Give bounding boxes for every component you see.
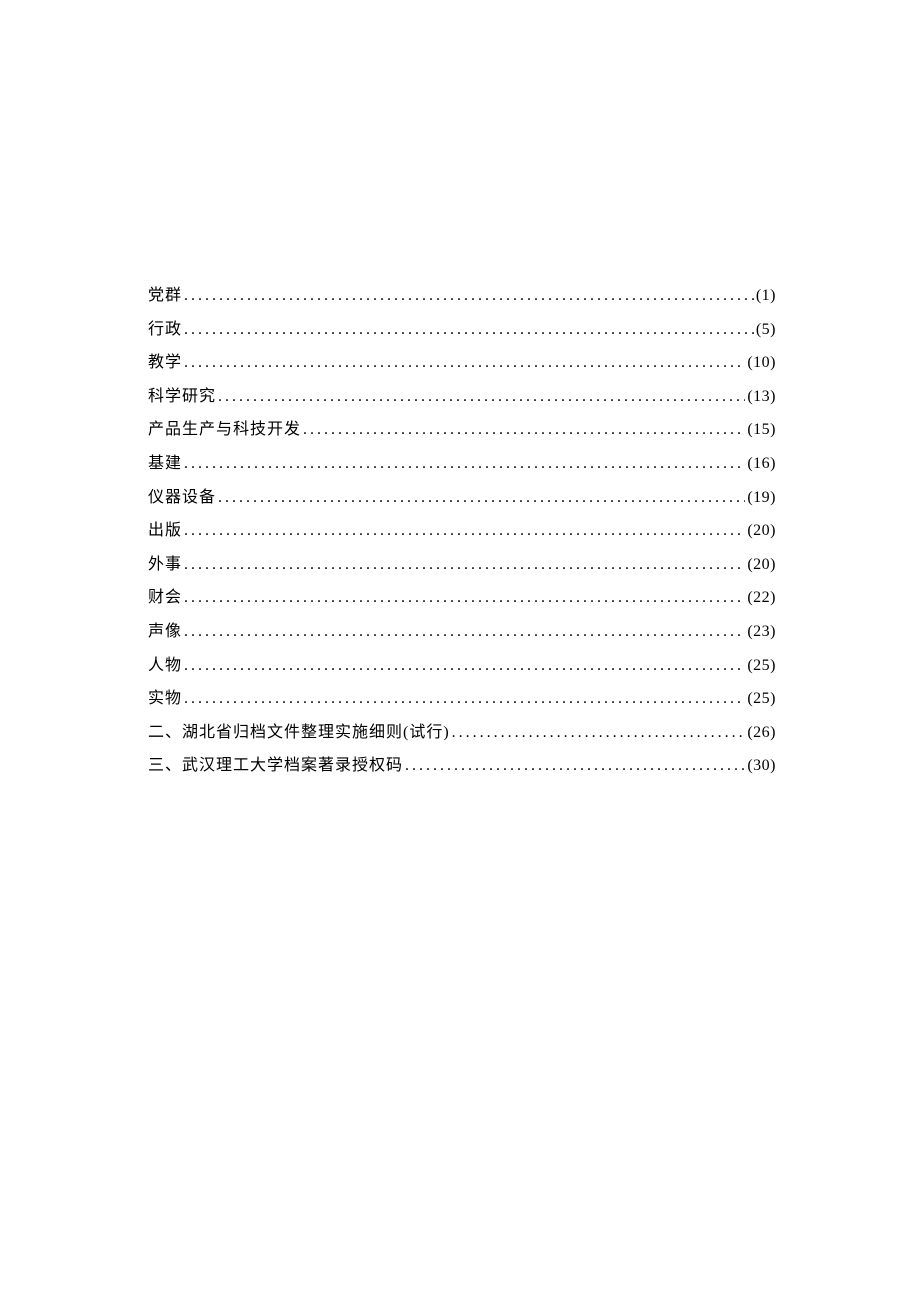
toc-leader <box>303 413 745 447</box>
toc-entry: 三、武汉理工大学档案著录授权码 (30) <box>148 749 776 783</box>
toc-leader <box>218 380 745 414</box>
toc-label: 二、湖北省归档文件整理实施细则(试行) <box>148 716 450 750</box>
toc-label: 基建 <box>148 447 182 481</box>
toc-page: (23) <box>747 615 776 649</box>
toc-list: 党群 (1) 行政 (5) 教学 (10) 科学研究 (13) 产品生产与科技开… <box>148 279 776 783</box>
toc-label: 仪器设备 <box>148 481 216 515</box>
toc-page: (13) <box>747 380 776 414</box>
toc-label: 外事 <box>148 548 182 582</box>
toc-entry: 财会 (22) <box>148 581 776 615</box>
toc-label: 科学研究 <box>148 380 216 414</box>
toc-label: 实物 <box>148 682 182 716</box>
toc-leader <box>452 716 746 750</box>
toc-label: 三、武汉理工大学档案著录授权码 <box>148 749 403 783</box>
toc-page: (20) <box>747 548 776 582</box>
toc-page: (10) <box>747 346 776 380</box>
toc-leader <box>218 481 745 515</box>
toc-label: 声像 <box>148 615 182 649</box>
toc-page: (1) <box>756 279 776 313</box>
toc-leader <box>184 548 745 582</box>
toc-page: (5) <box>756 313 776 347</box>
toc-leader <box>184 581 745 615</box>
toc-page: (30) <box>747 749 776 783</box>
toc-entry: 声像 (23) <box>148 615 776 649</box>
toc-page: (25) <box>747 682 776 716</box>
toc-label: 教学 <box>148 346 182 380</box>
toc-entry: 人物 (25) <box>148 649 776 683</box>
toc-entry: 基建 (16) <box>148 447 776 481</box>
toc-page: (25) <box>747 649 776 683</box>
toc-label: 行政 <box>148 313 182 347</box>
toc-label: 党群 <box>148 279 182 313</box>
toc-page: (19) <box>747 481 776 515</box>
toc-label: 出版 <box>148 514 182 548</box>
toc-entry: 实物 (25) <box>148 682 776 716</box>
toc-leader <box>184 514 745 548</box>
toc-entry: 出版 (20) <box>148 514 776 548</box>
toc-page: (15) <box>747 413 776 447</box>
toc-leader <box>184 682 745 716</box>
toc-leader <box>184 447 745 481</box>
toc-entry: 党群 (1) <box>148 279 776 313</box>
toc-page: (16) <box>747 447 776 481</box>
toc-entry: 行政 (5) <box>148 313 776 347</box>
toc-page: (26) <box>747 716 776 750</box>
toc-entry: 外事 (20) <box>148 548 776 582</box>
toc-leader <box>405 749 745 783</box>
toc-entry: 产品生产与科技开发 (15) <box>148 413 776 447</box>
toc-label: 人物 <box>148 649 182 683</box>
toc-leader <box>184 313 754 347</box>
toc-page: (22) <box>747 581 776 615</box>
toc-entry: 教学 (10) <box>148 346 776 380</box>
toc-page: (20) <box>747 514 776 548</box>
toc-entry: 科学研究 (13) <box>148 380 776 414</box>
toc-leader <box>184 346 745 380</box>
toc-leader <box>184 649 745 683</box>
toc-entry: 仪器设备 (19) <box>148 481 776 515</box>
toc-entry: 二、湖北省归档文件整理实施细则(试行) (26) <box>148 716 776 750</box>
toc-leader <box>184 615 745 649</box>
toc-label: 财会 <box>148 581 182 615</box>
toc-label: 产品生产与科技开发 <box>148 413 301 447</box>
toc-leader <box>184 279 754 313</box>
